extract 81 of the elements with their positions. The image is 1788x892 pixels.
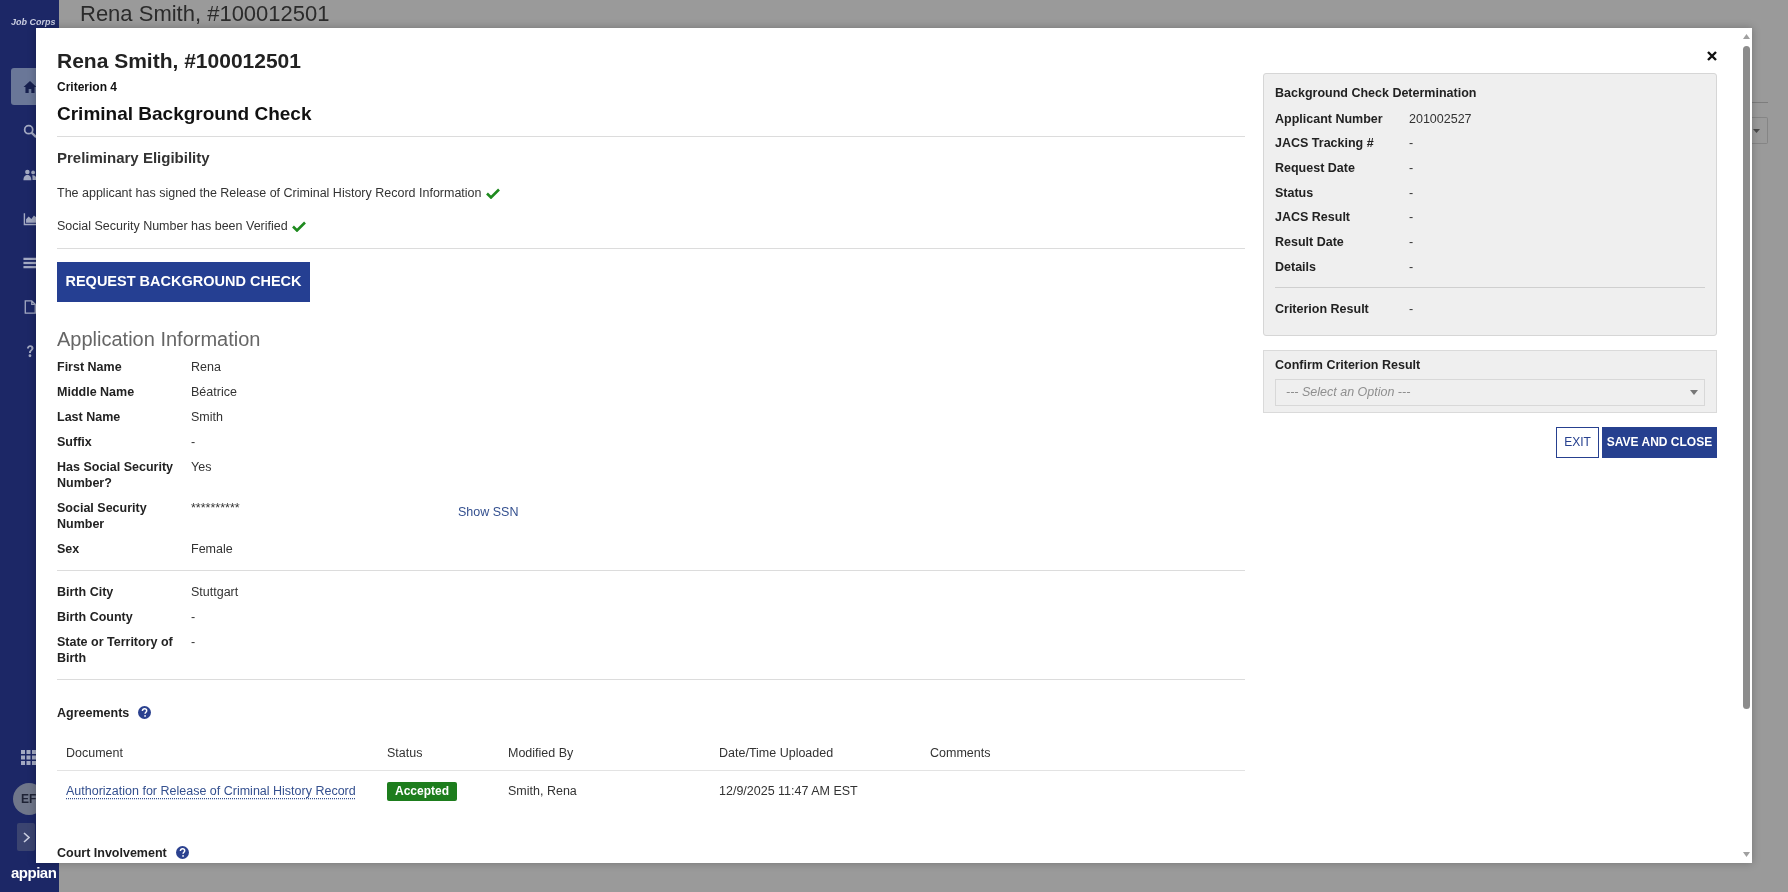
column-header: Modified By bbox=[508, 744, 574, 761]
secondary-button[interactable]: EXIT bbox=[1556, 426, 1599, 458]
expand-button[interactable] bbox=[17, 823, 35, 851]
field-label: Birth City bbox=[57, 583, 114, 600]
field-label: Request Date bbox=[1275, 159, 1355, 176]
field-value: - bbox=[191, 608, 196, 625]
help-icon[interactable] bbox=[175, 846, 189, 859]
field-label: Birth County bbox=[57, 608, 133, 625]
field-value: - bbox=[191, 434, 196, 450]
eligibility-text: The applicant has signed the Release of Criminal History Record Information bbox=[57, 185, 482, 202]
field-label: Status bbox=[1275, 184, 1314, 201]
field-label: JACS Result bbox=[1275, 209, 1351, 226]
page-title: Rena Smith, #100012501 bbox=[80, 1, 330, 27]
field-label: Criterion Result bbox=[1275, 301, 1369, 318]
section-label: Agreements bbox=[57, 704, 130, 721]
table-cell: Smith, Rena bbox=[508, 783, 577, 799]
people-icon bbox=[22, 167, 37, 182]
help-icon[interactable] bbox=[138, 706, 152, 719]
field-value: Rena bbox=[191, 359, 221, 375]
field-value: - bbox=[1409, 159, 1414, 176]
brand-logo: appian bbox=[11, 865, 57, 881]
column-header: Document bbox=[66, 744, 123, 761]
field-value: Yes bbox=[191, 459, 212, 475]
caret-icon bbox=[1690, 389, 1698, 395]
table-cell: 12/9/2025 11:47 AM EST bbox=[719, 783, 858, 799]
eligibility-text: Social Security Number has been Verified bbox=[57, 218, 288, 235]
subsection-heading: Preliminary Eligibility bbox=[57, 148, 210, 168]
section-label: Court Involvement bbox=[57, 844, 167, 861]
request-background-check-button[interactable]: REQUEST BACKGROUND CHECK bbox=[57, 262, 310, 302]
chart-icon bbox=[22, 211, 37, 226]
field-label: Details bbox=[1275, 258, 1316, 275]
field-label: Social Security Number bbox=[57, 500, 148, 532]
column-header: Status bbox=[387, 744, 423, 761]
column-header: Date/Time Uploaded bbox=[719, 744, 834, 761]
field-label: Last Name bbox=[57, 409, 121, 425]
field-label: Applicant Number bbox=[1275, 110, 1383, 127]
field-label: Middle Name bbox=[57, 384, 135, 400]
field-value: - bbox=[1409, 301, 1414, 318]
scroll-down-icon[interactable] bbox=[1742, 852, 1750, 857]
field-value: - bbox=[191, 633, 196, 650]
scroll-up-icon[interactable] bbox=[1742, 34, 1750, 39]
chevron-icon bbox=[22, 831, 30, 843]
panel-title: Background Check Determination bbox=[1275, 85, 1477, 101]
scrollbar-thumb[interactable] bbox=[1742, 46, 1750, 709]
document-icon bbox=[22, 299, 37, 314]
search-icon bbox=[22, 123, 37, 138]
field-value: 201002527 bbox=[1409, 110, 1472, 127]
field-value: - bbox=[1409, 135, 1414, 152]
field-label: First Name bbox=[57, 359, 122, 375]
field-value: Stuttgart bbox=[191, 583, 239, 600]
field-value: - bbox=[1409, 233, 1414, 250]
modal-title: Rena Smith, #100012501 bbox=[57, 48, 301, 74]
section-title: Application Information bbox=[57, 327, 261, 352]
field-value: Female bbox=[191, 541, 233, 557]
list-icon bbox=[22, 255, 37, 270]
field-label: JACS Tracking # bbox=[1275, 135, 1374, 152]
show-ssn-link[interactable]: Show SSN bbox=[458, 504, 519, 520]
close-icon bbox=[1707, 51, 1717, 61]
panel-title: Confirm Criterion Result bbox=[1275, 356, 1421, 373]
column-header: Comments bbox=[930, 744, 991, 761]
field-value: Béatrice bbox=[191, 384, 237, 400]
caret-icon bbox=[1753, 128, 1760, 133]
status-badge: Accepted bbox=[387, 781, 458, 801]
field-label: Result Date bbox=[1275, 233, 1344, 250]
field-label: Sex bbox=[57, 541, 80, 557]
field-value: Smith bbox=[191, 409, 223, 425]
field-value: - bbox=[1409, 258, 1414, 275]
apps-grid-icon[interactable] bbox=[21, 750, 36, 765]
field-value: - bbox=[1409, 184, 1414, 201]
result-select[interactable]: --- Select an Option --- bbox=[1275, 378, 1705, 407]
field-label: Suffix bbox=[57, 434, 92, 450]
field-label: Has Social Security Number? bbox=[57, 459, 175, 491]
logo-text: Job Corps bbox=[11, 17, 56, 27]
criterion-label: Criterion 4 bbox=[57, 79, 117, 95]
field-value: ********** bbox=[191, 500, 241, 516]
field-value: - bbox=[1409, 209, 1414, 226]
document-link[interactable]: Authorization for Release of Criminal History Record bbox=[66, 783, 356, 799]
field-label: State or Territory of Birth bbox=[57, 633, 174, 666]
section-heading: Criminal Background Check bbox=[57, 102, 312, 126]
home-icon bbox=[22, 79, 37, 94]
primary-button[interactable]: SAVE AND CLOSE bbox=[1602, 426, 1717, 458]
